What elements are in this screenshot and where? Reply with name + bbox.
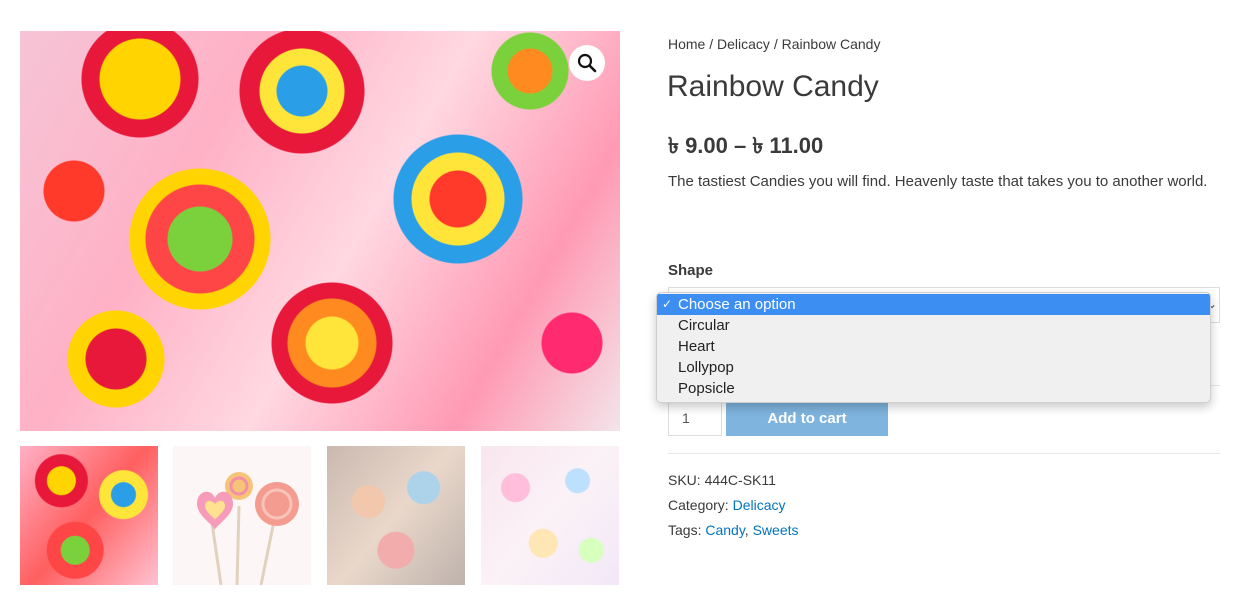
tags-label: Tags:	[668, 522, 706, 538]
checkmark-icon: ✓	[662, 297, 673, 311]
gallery-thumbnail-4[interactable]	[481, 446, 619, 585]
product-price: ৳ 9.00 – ৳ 11.00	[668, 133, 824, 158]
product-category: Category: Delicacy	[668, 497, 786, 513]
gallery-thumbnail-3[interactable]	[327, 446, 465, 585]
option-label: Circular	[678, 317, 730, 334]
magnifier-icon	[577, 53, 597, 73]
breadcrumb-separator: /	[705, 36, 718, 52]
option-label: Choose an option	[678, 296, 796, 313]
dropdown-option-lollypop[interactable]: Lollypop	[657, 357, 1210, 378]
breadcrumb-category-link[interactable]: Delicacy	[717, 36, 770, 52]
category-link[interactable]: Delicacy	[733, 497, 786, 513]
breadcrumb-home-link[interactable]: Home	[668, 36, 705, 52]
tag-link-sweets[interactable]: Sweets	[753, 522, 799, 538]
sku-label: SKU:	[668, 472, 705, 488]
category-label: Category:	[668, 497, 733, 513]
dropdown-option-popsicle[interactable]: Popsicle	[657, 378, 1210, 399]
product-title: Rainbow Candy	[667, 70, 879, 103]
breadcrumb: Home / Delicacy / Rainbow Candy	[668, 36, 880, 52]
option-label: Popsicle	[678, 380, 735, 397]
sku-value: 444C-SK11	[704, 472, 776, 488]
dropdown-option-choose[interactable]: ✓ Choose an option	[657, 294, 1210, 315]
divider	[668, 453, 1220, 454]
add-to-cart-button[interactable]: Add to cart	[726, 401, 888, 436]
quantity-input[interactable]: 1	[668, 401, 722, 436]
tag-link-candy[interactable]: Candy	[705, 522, 744, 538]
gallery-thumbnail-2[interactable]	[173, 446, 311, 585]
dropdown-option-circular[interactable]: Circular	[657, 315, 1210, 336]
shape-label: Shape	[668, 262, 714, 279]
tag-separator: ,	[744, 522, 753, 538]
lollipop-illustration	[197, 472, 299, 585]
zoom-button[interactable]	[569, 45, 605, 81]
product-tags: Tags: Candy, Sweets	[668, 522, 799, 538]
product-sku: SKU: 444C-SK11	[668, 472, 776, 488]
gallery-thumbnail-1[interactable]	[20, 446, 158, 585]
shape-dropdown-menu: ✓ Choose an option Circular Heart Lollyp…	[656, 292, 1211, 403]
product-description: The tastiest Candies you will find. Heav…	[668, 173, 1208, 190]
breadcrumb-separator: /	[769, 36, 782, 52]
breadcrumb-current: Rainbow Candy	[781, 36, 881, 52]
product-main-image[interactable]	[20, 31, 620, 431]
option-label: Lollypop	[678, 359, 734, 376]
option-label: Heart	[678, 338, 715, 355]
dropdown-option-heart[interactable]: Heart	[657, 336, 1210, 357]
